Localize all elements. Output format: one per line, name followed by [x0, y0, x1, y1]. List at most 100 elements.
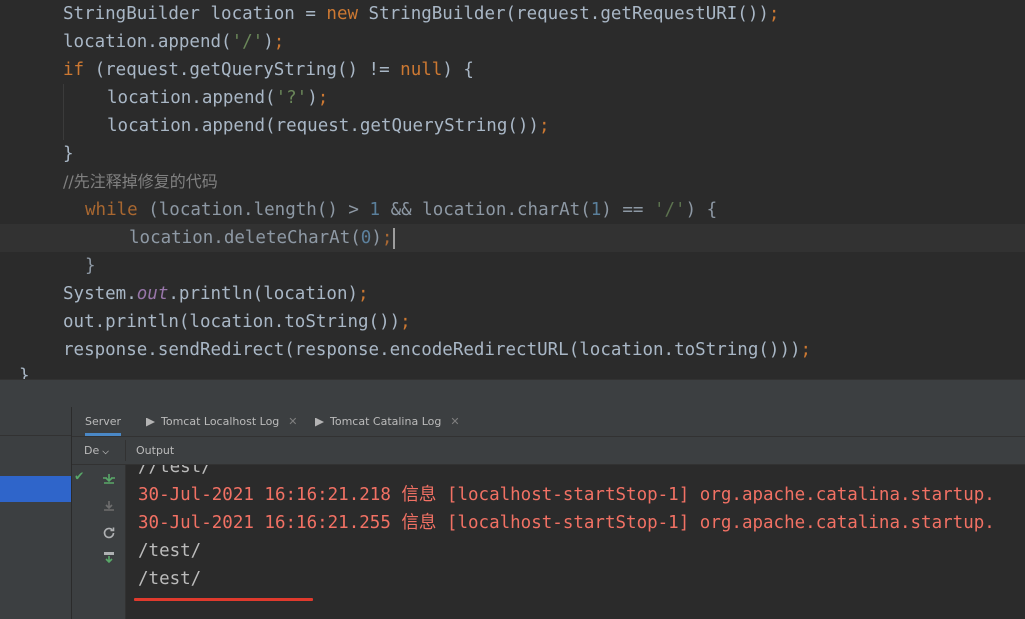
code-token: StringBuilder location =: [63, 4, 327, 24]
deploy-icon[interactable]: [101, 472, 117, 492]
code-token: ;: [400, 312, 411, 332]
divider: [125, 440, 126, 461]
code-line[interactable]: out.println(location.toString());: [0, 308, 1025, 336]
code-token: out.println(location.toString()): [63, 312, 401, 332]
code-token: location.append(: [63, 32, 232, 52]
code-line[interactable]: }: [0, 252, 1025, 280]
tab-label: Tomcat Catalina Log: [330, 415, 442, 428]
deployment-label[interactable]: De: [84, 437, 99, 464]
code-token: '?': [275, 88, 308, 108]
code-text: location.deleteCharAt(0);: [129, 224, 396, 252]
code-token: ;: [768, 4, 780, 24]
code-token: ;: [538, 116, 550, 136]
log-icon: [315, 417, 324, 427]
code-token: ;: [381, 228, 393, 248]
code-token: location.append(: [107, 88, 276, 108]
code-token: 0: [360, 228, 372, 248]
code-token: ): [263, 32, 274, 52]
code-line[interactable]: StringBuilder location = new StringBuild…: [0, 0, 1025, 28]
tool-window-tabs: Server Tomcat Localhost Log ✕ Tomcat Cata…: [72, 407, 1025, 437]
code-line[interactable]: while (location.length() > 1 && location…: [0, 196, 1025, 224]
code-token: (location.length() >: [137, 200, 370, 220]
code-line[interactable]: if (request.getQueryString() != null) {: [0, 56, 1025, 84]
code-token: }: [19, 366, 30, 380]
check-icon: ✔: [75, 468, 84, 484]
log-icon: [146, 417, 155, 427]
code-token: }: [85, 256, 96, 276]
code-token: ) ==: [601, 200, 654, 220]
console-line: 30-Jul-2021 16:16:21.218 信息 [localhost-s…: [138, 485, 995, 505]
code-text: location.append(request.getQueryString()…: [107, 112, 550, 140]
update-icon[interactable]: [101, 549, 117, 569]
code-token: '/': [231, 32, 264, 52]
code-line[interactable]: //先注释掉修复的代码: [0, 168, 1025, 196]
close-icon[interactable]: ✕: [288, 415, 297, 428]
code-token: response.sendRedirect(response.encodeRed…: [63, 340, 801, 360]
code-token: StringBuilder(request.getRequestURI()): [358, 4, 769, 24]
tree-header-divider: [0, 435, 71, 436]
tab-label: Tomcat Localhost Log: [161, 415, 280, 428]
text-caret: [393, 227, 396, 249]
code-line[interactable]: response.sendRedirect(response.encodeRed…: [0, 336, 1025, 364]
console-line: /test/: [138, 569, 202, 589]
code-text: response.sendRedirect(response.encodeRed…: [63, 336, 811, 364]
code-line[interactable]: location.append(request.getQueryString()…: [0, 112, 1025, 140]
code-line[interactable]: location.deleteCharAt(0);: [0, 224, 1025, 252]
code-token: ;: [800, 340, 812, 360]
code-token: //先注释掉修复的代码: [63, 172, 218, 191]
code-token: 1: [369, 200, 381, 220]
code-token: ) {: [685, 200, 718, 220]
code-token: (request.getQueryString() !=: [84, 60, 401, 80]
code-token: '/': [653, 200, 686, 220]
code-text: //先注释掉修复的代码: [63, 168, 218, 196]
console-line: //test/: [138, 465, 212, 477]
refresh-icon[interactable]: [101, 525, 117, 545]
output-label: Output: [136, 444, 175, 457]
services-tree[interactable]: [0, 407, 72, 619]
code-editor[interactable]: StringBuilder location = new StringBuild…: [0, 0, 1025, 380]
panel-splitter[interactable]: [0, 379, 1025, 408]
code-token: out: [136, 284, 169, 304]
code-text: }: [85, 252, 96, 280]
console-line: /test/: [138, 541, 202, 561]
tab-server[interactable]: Server: [85, 407, 122, 436]
code-text: }: [19, 362, 30, 380]
code-token: ) {: [442, 60, 474, 80]
chevron-down-icon[interactable]: ⌵: [102, 437, 109, 464]
undeploy-icon[interactable]: [101, 499, 117, 519]
code-token: ;: [317, 88, 329, 108]
code-token: if: [63, 60, 85, 80]
tab-tomcat-localhost-log[interactable]: Tomcat Localhost Log ✕: [146, 407, 298, 436]
code-token: && location.charAt(: [380, 200, 591, 220]
code-token: ;: [273, 32, 285, 52]
console-toolbar: ✔: [72, 465, 126, 619]
code-text: if (request.getQueryString() != null) {: [63, 56, 474, 84]
code-token: ): [307, 88, 318, 108]
tab-label: Server: [85, 415, 122, 428]
code-line[interactable]: location.append('?');: [0, 84, 1025, 112]
code-line[interactable]: location.append('/');: [0, 28, 1025, 56]
code-text: }: [63, 140, 74, 168]
output-header: De ⌵ Output: [72, 437, 1025, 465]
code-token: location.append(request.getQueryString()…: [107, 116, 539, 136]
code-line[interactable]: }: [0, 140, 1025, 168]
code-token: new: [326, 4, 359, 24]
console-output[interactable]: //test/30-Jul-2021 16:16:21.218 信息 [loca…: [126, 465, 1025, 619]
code-text: while (location.length() > 1 && location…: [85, 196, 717, 224]
selected-tree-item[interactable]: [0, 476, 71, 502]
code-token: null: [400, 60, 443, 80]
code-token: ): [371, 228, 382, 248]
code-token: .println(location): [168, 284, 359, 304]
code-token: location.deleteCharAt(: [129, 228, 361, 248]
close-icon[interactable]: ✕: [450, 415, 459, 428]
code-token: }: [63, 144, 74, 164]
console-line: 30-Jul-2021 16:16:21.255 信息 [localhost-s…: [138, 513, 995, 533]
code-line[interactable]: }: [0, 362, 1025, 380]
code-token: ;: [358, 284, 369, 304]
code-token: 1: [590, 200, 602, 220]
tab-tomcat-catalina-log[interactable]: Tomcat Catalina Log ✕: [315, 407, 460, 436]
code-text: out.println(location.toString());: [63, 308, 411, 336]
code-text: location.append('?');: [107, 84, 328, 112]
code-line[interactable]: System.out.println(location);: [0, 280, 1025, 308]
code-text: System.out.println(location);: [63, 280, 369, 308]
